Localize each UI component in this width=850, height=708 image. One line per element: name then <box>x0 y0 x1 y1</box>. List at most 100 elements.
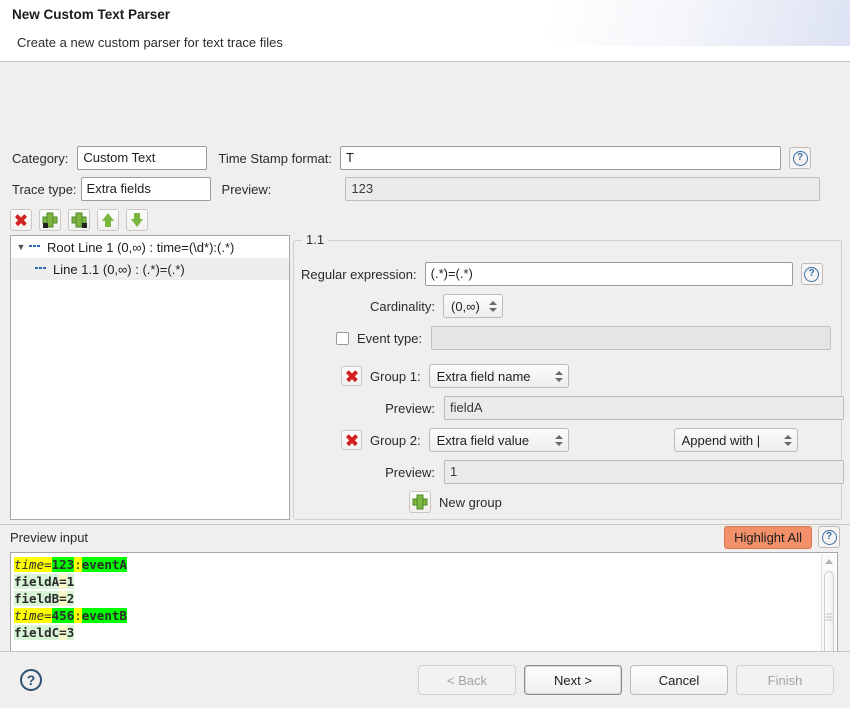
preview-line: fieldB=2 <box>14 590 127 607</box>
remove-group-2-button[interactable] <box>341 430 362 450</box>
preview-input-content: time=123:eventAfieldA=1fieldB=2time=456:… <box>14 556 127 641</box>
tree-item-line-1-1[interactable]: Line 1.1 (0,∞) : (.*)=(.*) <box>11 258 289 280</box>
group-2-preview-value: 1 <box>444 460 844 484</box>
preview-segment: = <box>44 557 52 572</box>
question-mark-icon: ? <box>793 151 808 166</box>
preview-line: fieldA=1 <box>14 573 127 590</box>
preview-line: fieldC=3 <box>14 624 127 641</box>
wizard-header: New Custom Text Parser Create a new cust… <box>0 0 850 62</box>
dialog-footer: ? < Back Next > Cancel Finish <box>0 651 850 708</box>
dialog-body: Category: Custom Text Time Stamp format:… <box>0 62 850 651</box>
preview-segment: 1 <box>67 574 75 589</box>
preview-help-icon[interactable]: ? <box>818 526 840 548</box>
add-group-icon-button[interactable] <box>409 491 431 513</box>
red-x-icon <box>15 214 28 227</box>
green-arrow-down-icon <box>130 213 144 227</box>
preview-segment: : <box>74 557 82 572</box>
line-icon <box>33 261 49 277</box>
timestamp-help-icon[interactable]: ? <box>789 147 811 169</box>
category-label: Category: <box>12 151 68 166</box>
remove-group-1-button[interactable] <box>341 366 362 386</box>
category-input[interactable]: Custom Text <box>77 146 207 170</box>
group-1-preview-label: Preview: <box>301 401 435 416</box>
group-2-preview-row: Preview: 1 <box>301 460 844 484</box>
preview-segment: 456 <box>52 608 75 623</box>
finish-button: Finish <box>736 665 834 695</box>
regex-row: Regular expression: (.*)=(.*) ? <box>301 262 823 286</box>
group-2-action-value: Append with | <box>682 433 775 448</box>
delete-line-button[interactable] <box>10 209 32 231</box>
cancel-button[interactable]: Cancel <box>630 665 728 695</box>
red-x-icon <box>346 435 357 446</box>
group-2-preview-label: Preview: <box>301 465 435 480</box>
green-plus-child-icon <box>73 214 86 227</box>
preview-segment: = <box>59 574 67 589</box>
preview-segment: 3 <box>67 625 75 640</box>
back-button: < Back <box>418 665 516 695</box>
preview-segment: = <box>59 591 67 606</box>
preview-segment: 123 <box>52 557 75 572</box>
vertical-scroll-thumb[interactable] <box>824 571 834 663</box>
footer-help-button[interactable]: ? <box>20 669 42 691</box>
event-type-label: Event type: <box>357 331 422 346</box>
preview-segment: = <box>59 625 67 640</box>
stepper-icon[interactable] <box>554 435 564 446</box>
regex-input[interactable]: (.*)=(.*) <box>425 262 793 286</box>
group-2-label: Group 2: <box>370 433 421 448</box>
group-1-preview-row: Preview: fieldA <box>301 396 844 420</box>
preview-segment: time <box>14 608 44 623</box>
highlight-all-button[interactable]: Highlight All <box>724 526 812 549</box>
group-1-select[interactable]: Extra field name <box>429 364 569 388</box>
preview-segment: : <box>74 608 82 623</box>
new-group-label: New group <box>439 495 502 510</box>
question-mark-icon: ? <box>822 530 837 545</box>
event-type-checkbox[interactable] <box>336 332 349 345</box>
wizard-button-bar: < Back Next > Cancel Finish <box>418 665 834 695</box>
preview-segment: fieldC <box>14 625 59 640</box>
cardinality-value: (0,∞) <box>451 299 480 314</box>
stepper-icon[interactable] <box>554 371 564 382</box>
group-2-action-select[interactable]: Append with | <box>674 428 798 452</box>
line-toolbar <box>10 209 148 231</box>
trace-type-input[interactable]: Extra fields <box>81 177 211 201</box>
question-mark-icon: ? <box>20 669 42 691</box>
group-1-preview-value: fieldA <box>444 396 844 420</box>
cardinality-select[interactable]: (0,∞) <box>443 294 503 318</box>
preview-line: time=456:eventB <box>14 607 127 624</box>
next-button[interactable]: Next > <box>524 665 622 695</box>
group-2-value: Extra field value <box>437 433 546 448</box>
line-icon <box>27 239 43 255</box>
preview-segment: = <box>44 608 52 623</box>
green-plus-icon <box>414 496 427 509</box>
category-row: Category: Custom Text Time Stamp format:… <box>12 146 811 170</box>
event-type-row: Event type: <box>301 326 831 350</box>
groupbox-legend: 1.1 <box>302 232 328 247</box>
wizard-banner-image <box>550 0 850 46</box>
line-detail-groupbox: 1.1 Regular expression: (.*)=(.*) ? Card… <box>293 240 842 520</box>
regex-help-icon[interactable]: ? <box>801 263 823 285</box>
scroll-up-arrow-icon[interactable] <box>822 554 836 569</box>
move-down-button[interactable] <box>126 209 148 231</box>
tree-item-root-line-1[interactable]: ▼ Root Line 1 (0,∞) : time=(\d*):(.*) <box>11 236 289 258</box>
regex-label: Regular expression: <box>301 267 417 282</box>
event-type-input <box>431 326 831 350</box>
group-2-select[interactable]: Extra field value <box>429 428 569 452</box>
move-up-button[interactable] <box>97 209 119 231</box>
new-group-button[interactable]: New group <box>409 491 502 513</box>
stepper-icon[interactable] <box>488 301 498 312</box>
preview-separator <box>0 524 850 525</box>
add-next-line-button[interactable] <box>39 209 61 231</box>
wizard-subtitle: Create a new custom parser for text trac… <box>17 35 283 50</box>
preview-label: Preview: <box>222 182 272 197</box>
preview-segment: eventB <box>82 608 127 623</box>
preview-line: time=123:eventA <box>14 556 127 573</box>
group-1-row: Group 1: Extra field name <box>301 364 569 388</box>
trace-type-label: Trace type: <box>12 182 77 197</box>
add-child-line-button[interactable] <box>68 209 90 231</box>
timestamp-format-input[interactable]: T <box>340 146 781 170</box>
expand-arrow-icon[interactable]: ▼ <box>15 236 27 258</box>
preview-segment: time <box>14 557 44 572</box>
line-tree[interactable]: ▼ Root Line 1 (0,∞) : time=(\d*):(.*) Li… <box>10 235 290 520</box>
red-x-icon <box>346 371 357 382</box>
stepper-icon[interactable] <box>783 435 793 446</box>
